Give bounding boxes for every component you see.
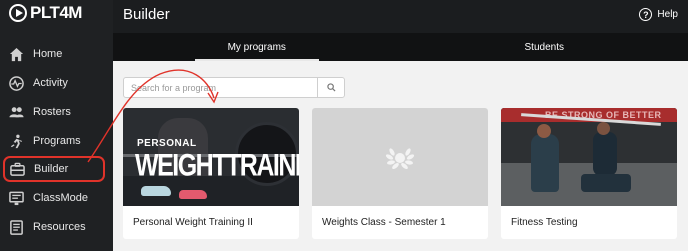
programs-icon <box>8 133 24 149</box>
tab-my-programs[interactable]: My programs <box>113 33 401 61</box>
page-title: Builder <box>123 6 170 23</box>
tab-label: Students <box>524 41 564 53</box>
athlete-head <box>537 124 551 138</box>
program-card-personal-weight-training[interactable]: PERSONAL WEIGHTTRAINING Personal Weight … <box>123 108 299 239</box>
sidebar-item-classmode[interactable]: ClassMode <box>0 185 113 211</box>
question-circle-icon: ? <box>639 8 653 21</box>
sidebar-item-label: Programs <box>33 135 81 147</box>
coach-head <box>597 122 610 135</box>
home-icon <box>8 46 24 62</box>
sidebar-item-label: Resources <box>33 221 86 233</box>
coach-legs <box>581 174 631 192</box>
program-thumbnail <box>312 108 488 206</box>
tab-bar: My programs Students <box>113 33 688 61</box>
rosters-icon <box>8 104 24 120</box>
athlete-figure <box>531 134 559 192</box>
sidebar-item-rosters[interactable]: Rosters <box>0 99 113 125</box>
shoe <box>179 190 207 199</box>
sidebar-item-label: Rosters <box>33 106 71 118</box>
tab-label: My programs <box>227 41 286 53</box>
program-thumbnail: PERSONAL WEIGHTTRAINING <box>123 108 299 206</box>
activity-icon <box>8 75 24 91</box>
sidebar-item-builder[interactable]: Builder <box>3 156 105 182</box>
program-title: Personal Weight Training II <box>133 217 253 228</box>
program-search <box>123 77 345 98</box>
sidebar-item-label: ClassMode <box>33 192 89 204</box>
program-title: Fitness Testing <box>511 217 578 228</box>
sidebar-item-resources[interactable]: Resources <box>0 214 113 240</box>
sidebar: PLT4M Home Activity Rosters Programs Bui… <box>0 0 113 251</box>
logo-text: PLT4M <box>30 3 82 22</box>
program-title: Weights Class - Semester 1 <box>322 217 446 228</box>
sidebar-item-label: Activity <box>33 77 68 89</box>
thumbnail-text-line2: WEIGHTTRAINING <box>135 148 299 183</box>
resources-icon <box>8 219 24 235</box>
classmode-icon <box>8 190 24 206</box>
shoe <box>141 186 171 196</box>
help-label: Help <box>657 9 678 20</box>
search-icon <box>326 83 336 92</box>
tab-students[interactable]: Students <box>401 33 688 61</box>
laurel-icon <box>385 148 415 169</box>
program-card-fitness-testing[interactable]: BE STRONG OF BETTER Fitness Testing <box>501 108 677 239</box>
sidebar-item-label: Builder <box>34 163 69 175</box>
program-card-weights-class[interactable]: Weights Class - Semester 1 <box>312 108 488 239</box>
sidebar-item-home[interactable]: Home <box>0 41 113 67</box>
sidebar-item-programs[interactable]: Programs <box>0 128 113 154</box>
builder-icon <box>9 161 25 177</box>
plt4m-logo[interactable]: PLT4M <box>9 3 82 23</box>
search-input[interactable] <box>124 78 317 97</box>
sidebar-item-activity[interactable]: Activity <box>0 70 113 96</box>
top-bar: Builder ? Help <box>113 0 688 33</box>
play-logo-icon <box>9 4 27 22</box>
sidebar-item-label: Home <box>33 48 63 60</box>
help-button[interactable]: ? Help <box>639 8 678 21</box>
coach-figure <box>593 132 617 176</box>
search-button[interactable] <box>317 78 344 97</box>
program-thumbnail: BE STRONG OF BETTER <box>501 108 677 206</box>
